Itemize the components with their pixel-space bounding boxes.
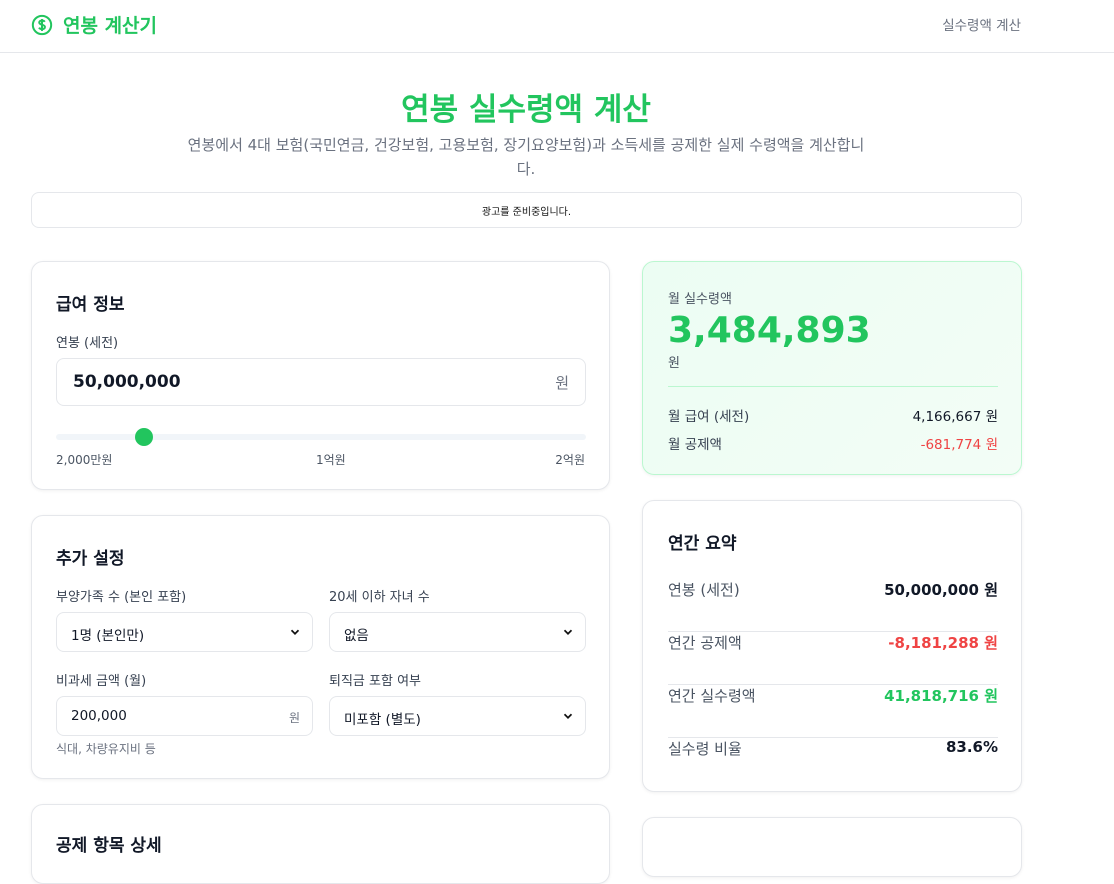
annual-row-value: 41,818,716 원 [884,687,998,705]
brand[interactable]: 연봉 계산기 [31,11,157,38]
page-title: 연봉 실수령액 계산 [401,92,651,128]
slider-thumb[interactable] [135,428,154,446]
monthly-gross-row: 월 급여 (세전) 4,166,667 원 [668,405,998,425]
extra-card-title: 추가 설정 [56,549,125,569]
annual-row-value: 50,000,000 원 [884,581,998,599]
nontax-unit: 원 [288,711,300,725]
deduction-detail-card: 공제 항목 상세 [31,804,610,884]
currency-unit: 원 [555,374,569,392]
dependents-value: 1명 (본인만) [71,628,145,644]
annual-salary-input[interactable]: 50,000,000 원 [56,358,586,406]
annual-summary-card: 연간 요약 연봉 (세전) 50,000,000 원 연간 공제액 -8,181… [642,500,1022,792]
severance-select[interactable]: 미포함 (별도) [329,696,586,736]
annual-row-label: 연간 실수령액 [668,687,756,705]
slider-max-label: 2억원 [555,453,585,467]
divider [668,386,998,387]
children-label: 20세 이하 자녀 수 [329,590,430,605]
monthly-gross-value: 4,166,667 원 [912,409,998,425]
children-select[interactable]: 없음 [329,612,586,652]
nontax-label: 비과세 금액 (월) [56,674,147,689]
annual-row-label: 실수령 비율 [668,740,742,758]
annual-row-gross: 연봉 (세전) 50,000,000 원 [668,579,998,632]
annual-card-title: 연간 요약 [668,534,737,554]
monthly-deduction-label: 월 공제액 [668,437,722,453]
annual-row-net: 연간 실수령액 41,818,716 원 [668,685,998,738]
monthly-result-card: 월 실수령액 3,484,893 원 월 급여 (세전) 4,166,667 원… [642,261,1022,475]
chevron-down-icon [563,713,573,719]
monthly-gross-label: 월 급여 (세전) [668,409,750,425]
slider-mid-label: 1억원 [316,453,346,467]
annual-row-deduction: 연간 공제액 -8,181,288 원 [668,632,998,685]
severance-value: 미포함 (별도) [344,712,421,728]
severance-label: 퇴직금 포함 여부 [329,674,421,689]
monthly-deduction-row: 월 공제액 -681,774 원 [668,433,998,453]
annual-row-label: 연간 공제액 [668,634,742,652]
annual-salary-value: 50,000,000 [73,372,181,392]
slider-min-label: 2,000만원 [56,453,113,467]
ad-banner: 광고를 준비중입니다. [31,192,1022,228]
page-description: 연봉에서 4대 보험(국민연금, 건강보험, 고용보험, 장기요양보험)과 소득… [187,136,865,178]
salary-slider[interactable] [56,428,586,446]
monthly-net-label: 월 실수령액 [668,292,732,307]
nontax-value: 200,000 [71,708,127,724]
brand-name: 연봉 계산기 [63,15,158,37]
annual-row-ratio: 실수령 비율 83.6% [668,738,998,791]
dependents-select[interactable]: 1명 (본인만) [56,612,313,652]
monthly-deduction-value: -681,774 원 [920,437,998,453]
nontax-input[interactable]: 200,000 원 [56,696,313,736]
salary-info-card: 급여 정보 연봉 (세전) 50,000,000 원 2,000만원 1억원 2… [31,261,610,490]
nav-link-net-pay[interactable]: 실수령액 계산 [942,14,1021,34]
annual-row-value: 83.6% [945,738,998,756]
children-value: 없음 [344,628,369,644]
ad-text: 광고를 준비중입니다. [481,206,572,218]
chevron-down-icon [290,629,300,635]
chevron-down-icon [563,629,573,635]
next-summary-card [642,817,1022,877]
nontax-hint: 식대, 차량유지비 등 [56,742,156,756]
annual-salary-label: 연봉 (세전) [56,336,119,351]
dollar-icon [31,14,53,35]
additional-settings-card: 추가 설정 부양가족 수 (본인 포함) 1명 (본인만) 20세 이하 자녀 … [31,515,610,779]
annual-row-label: 연봉 (세전) [668,581,740,599]
salary-card-title: 급여 정보 [56,295,125,315]
top-navbar: 연봉 계산기 실수령액 계산 [0,0,1114,53]
monthly-net-amount: 3,484,893 [668,310,871,351]
annual-row-value: -8,181,288 원 [888,634,998,652]
monthly-net-unit: 원 [668,356,680,371]
deduction-card-title: 공제 항목 상세 [56,836,162,856]
dependents-label: 부양가족 수 (본인 포함) [56,590,187,605]
